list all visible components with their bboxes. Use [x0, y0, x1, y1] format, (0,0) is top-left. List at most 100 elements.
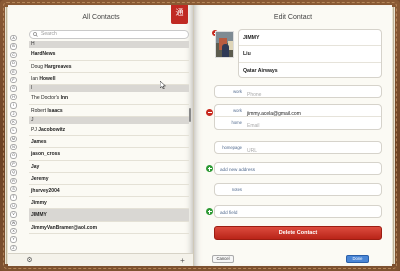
phone-label[interactable]: work [215, 86, 242, 98]
email-placeholder: Email [247, 123, 260, 129]
section-header: H [29, 41, 189, 49]
search-placeholder: Search [41, 31, 57, 37]
index-letter[interactable]: X [10, 227, 17, 235]
index-letter[interactable]: W [10, 219, 17, 226]
contact-row[interactable]: Doug Hargreaves [29, 61, 189, 73]
mouse-cursor-icon [160, 81, 166, 89]
contact-row[interactable]: The Doctor's Inn [29, 92, 189, 105]
index-letter[interactable]: A [10, 35, 17, 42]
contact-row[interactable]: PJ Jacobowitz [29, 124, 189, 137]
phone-card: work Phone [214, 85, 382, 98]
contact-last-name: Jacobowitz [38, 127, 66, 134]
contact-last-name: JIMMY [31, 212, 47, 219]
url-placeholder: URL [247, 148, 258, 154]
page-title: Edit Contact [273, 14, 313, 21]
contact-row[interactable]: JIMMY [29, 209, 189, 222]
cancel-button[interactable]: Cancel [212, 255, 234, 263]
scrollbar[interactable] [189, 108, 191, 122]
index-letter[interactable]: Z [10, 244, 17, 252]
search-input[interactable]: Search [29, 30, 189, 39]
notes-card: notes [214, 183, 382, 196]
contact-row[interactable]: jhsrvey2004 [29, 185, 189, 198]
contact-row[interactable]: James [29, 136, 189, 149]
add-field-icon[interactable] [206, 208, 213, 215]
add-address-label: add new address [220, 167, 255, 172]
contact-row[interactable]: Robert Isaacs [29, 105, 189, 117]
index-letter[interactable]: B [10, 43, 17, 50]
gear-icon[interactable]: ⚙ [25, 256, 34, 265]
index-letter[interactable]: L [10, 127, 17, 134]
delete-contact-button[interactable]: Delete Contact [214, 226, 382, 240]
contact-row[interactable]: Jeremy [29, 173, 189, 186]
index-letter[interactable]: C [10, 51, 17, 59]
index-letter[interactable]: G [10, 85, 17, 92]
add-address-row[interactable]: add new address [214, 162, 382, 175]
email-field[interactable]: workjimmy.acela@gmail.com [215, 105, 381, 117]
edit-contact-page: Edit Contact JIMMY Liu Qatar Airways wor… [194, 5, 392, 266]
add-contact-button[interactable]: + [178, 256, 187, 265]
url-field[interactable]: homepage URL [215, 142, 381, 154]
index-letter[interactable]: O [10, 152, 17, 159]
index-letter[interactable]: D [10, 60, 17, 67]
page-edges-right [392, 7, 395, 264]
index-letter[interactable]: H [10, 93, 17, 101]
contact-first-name: The Doctor's [31, 95, 61, 102]
index-letter[interactable]: V [10, 211, 17, 218]
contact-row[interactable]: Jimmy [29, 197, 189, 210]
contact-first-name: Doug [31, 63, 45, 70]
contact-last-name: James [31, 139, 47, 146]
index-letter[interactable]: K [10, 118, 17, 126]
phone-field[interactable]: work Phone [215, 86, 381, 98]
delete-email-icon[interactable] [206, 109, 213, 116]
contact-last-name: Jimmy [31, 200, 47, 207]
notes-label: notes [231, 187, 242, 192]
index-letter[interactable]: M [10, 135, 17, 143]
index-letter[interactable]: U [10, 202, 17, 210]
search-icon [33, 32, 38, 37]
index-letter[interactable]: F [10, 76, 17, 84]
first-name-field[interactable]: JIMMY [239, 30, 381, 47]
contact-last-name: jason_cross [31, 151, 61, 158]
bookmark-ribbon-button[interactable]: 通 [171, 5, 188, 24]
index-letter[interactable]: I [10, 102, 17, 109]
contact-last-name: Howell [39, 75, 56, 82]
section-header: J [29, 116, 189, 125]
notes-field[interactable]: notes [215, 184, 381, 196]
index-letter[interactable]: E [10, 68, 17, 75]
index-letter[interactable]: T [10, 194, 17, 201]
contact-row[interactable]: HardNews [29, 48, 189, 61]
contact-last-name: Jeremy [31, 175, 49, 182]
add-address-icon[interactable] [206, 165, 213, 172]
url-card: homepage URL [214, 141, 382, 154]
contacts-list-page: All Contacts 通 ABCDEFGHIJKLMNOPQRSTUVWXY… [8, 5, 194, 266]
phone-placeholder: Phone [247, 92, 262, 98]
index-letter[interactable]: Y [10, 236, 17, 243]
contact-row[interactable]: Jay [29, 161, 189, 173]
index-letter[interactable]: J [10, 110, 17, 117]
done-button[interactable]: Done [346, 255, 369, 263]
contact-last-name: Hargreaves [44, 63, 72, 70]
index-letter[interactable]: S [10, 186, 17, 193]
email-field-new[interactable]: home Email [215, 117, 381, 129]
contact-first-name: Robert [31, 107, 48, 114]
contact-row[interactable]: JimmyVanBramer@aol.com [29, 222, 189, 234]
contact-row[interactable]: jason_cross [29, 148, 189, 161]
last-name-field[interactable]: Liu [239, 46, 381, 63]
alphabet-index[interactable]: ABCDEFGHIJKLMNOPQRSTUVWXYZ# [8, 35, 18, 262]
edit-footer-toolbar: Cancel Done [194, 253, 392, 266]
avatar[interactable] [215, 31, 234, 58]
index-letter[interactable]: N [10, 144, 17, 151]
contact-last-name: jhsrvey2004 [31, 188, 60, 195]
email-label[interactable]: home [215, 117, 242, 129]
index-letter[interactable]: R [10, 177, 17, 185]
url-label[interactable]: homepage [215, 142, 242, 154]
name-card: JIMMY Liu Qatar Airways [238, 29, 382, 78]
index-letter[interactable]: P [10, 160, 17, 168]
index-letter[interactable]: Q [10, 169, 17, 176]
contact-last-name: Isaacs [47, 107, 63, 114]
email-card: workjimmy.acela@gmail.com home Email [214, 104, 382, 130]
add-field-row[interactable]: add field [214, 205, 382, 218]
contact-last-name: HardNews [31, 51, 56, 58]
email-label[interactable]: work [215, 105, 242, 117]
company-field[interactable]: Qatar Airways [239, 63, 381, 79]
